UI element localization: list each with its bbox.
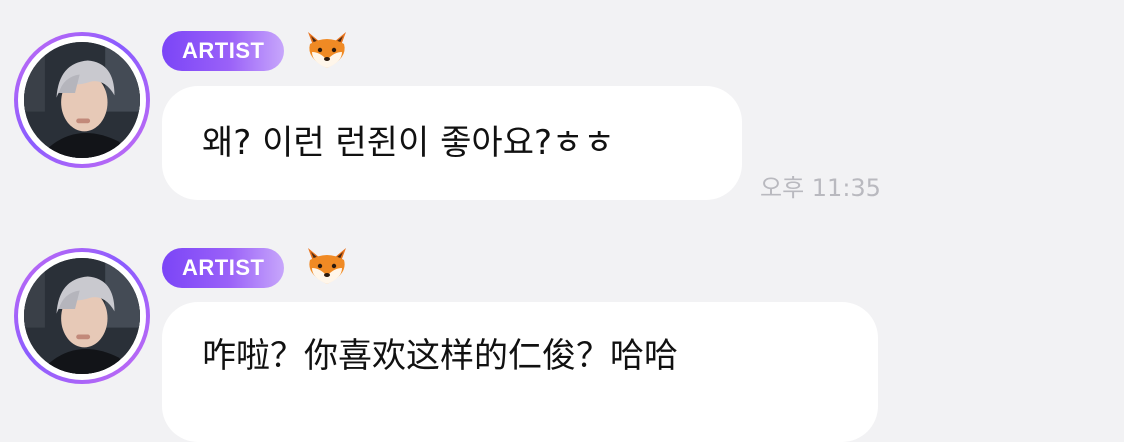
chat-message: ARTIST 咋啦？你喜欢这样的仁俊？哈哈 <box>0 218 1124 442</box>
chat-message: ARTIST 왜? 이런 런쥔이 좋아요?ㅎㅎ 오후 11:35 <box>0 0 1124 230</box>
profile-photo-icon <box>24 258 140 374</box>
artist-badge: ARTIST <box>162 248 285 288</box>
profile-photo-icon <box>24 42 140 158</box>
avatar[interactable] <box>14 32 150 168</box>
message-text: 咋啦？你喜欢这样的仁俊？哈哈 <box>202 336 678 376</box>
timestamp: 오후 11:35 <box>760 174 881 202</box>
fox-icon <box>308 32 346 68</box>
avatar[interactable] <box>14 248 150 384</box>
message-bubble[interactable]: 咋啦？你喜欢这样的仁俊？哈哈 <box>162 302 878 442</box>
avatar-photo <box>24 258 140 374</box>
artist-badge: ARTIST <box>162 31 285 71</box>
fox-icon <box>308 248 346 284</box>
message-text: 왜? 이런 런쥔이 좋아요?ㅎㅎ <box>202 123 615 163</box>
message-bubble[interactable]: 왜? 이런 런쥔이 좋아요?ㅎㅎ <box>162 86 742 200</box>
avatar-photo <box>24 42 140 158</box>
